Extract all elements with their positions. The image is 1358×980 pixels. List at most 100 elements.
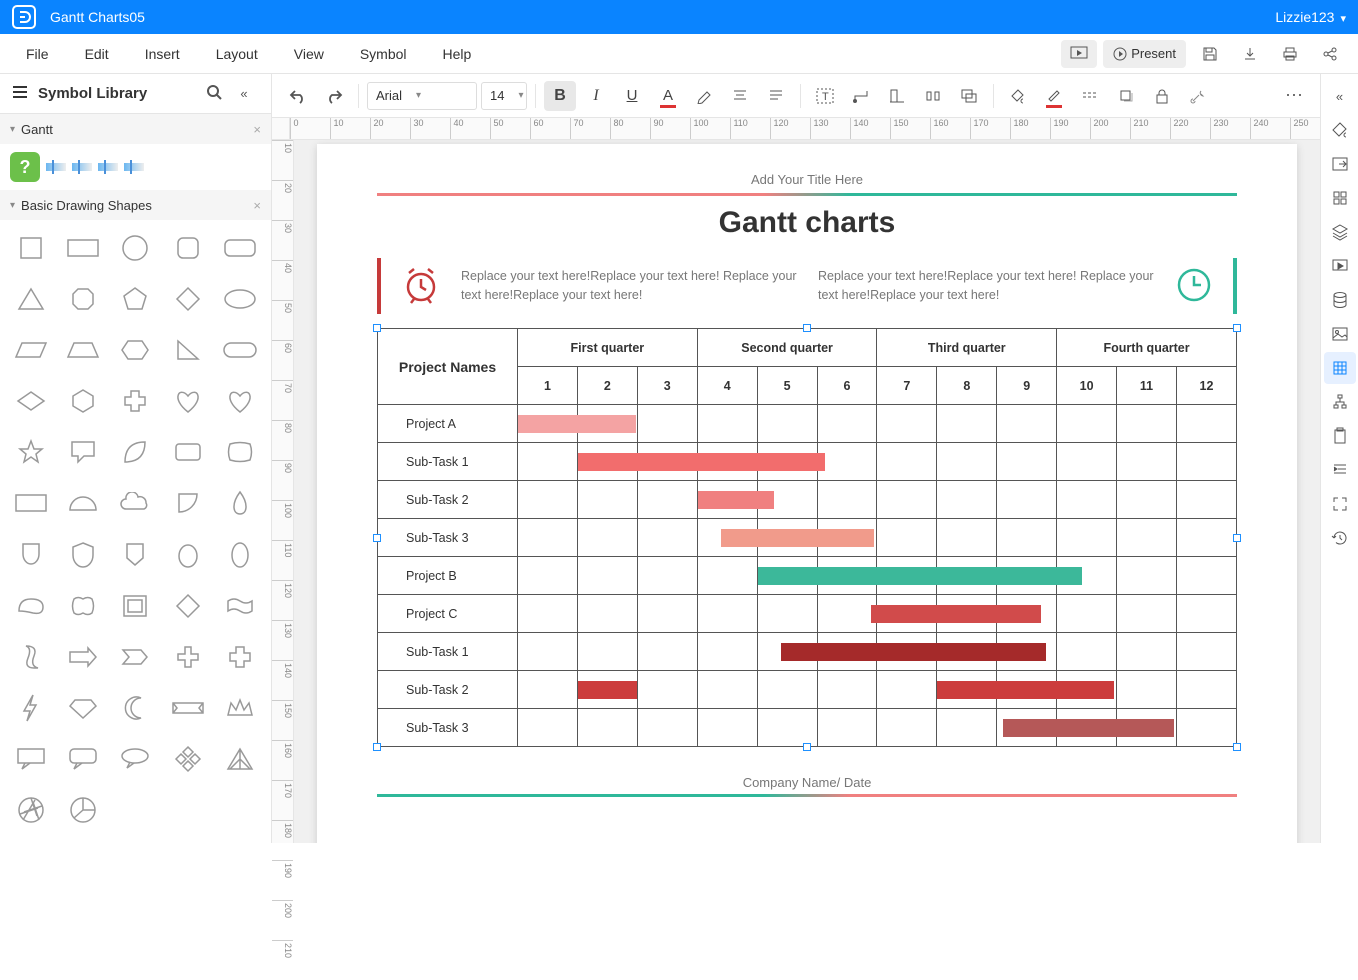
shape-frame[interactable] [114,588,156,624]
shape-quarter[interactable] [167,485,209,521]
menu-edit[interactable]: Edit [67,34,127,73]
shape-arrow[interactable] [62,639,104,675]
shape-halfcircle[interactable] [62,485,104,521]
shape-plus2[interactable] [219,639,261,675]
slideshow-icon[interactable] [1061,40,1097,68]
download-icon[interactable] [1232,40,1268,68]
shape-callout-round[interactable] [62,741,104,777]
shape-ellipse[interactable] [219,281,261,317]
shape-rect[interactable] [62,230,104,266]
history-icon[interactable] [1324,522,1356,554]
shape-drop[interactable] [219,485,261,521]
search-icon[interactable] [199,84,229,103]
shape-moon[interactable] [114,690,156,726]
lock-button[interactable] [1146,81,1178,111]
tools-button[interactable] [1182,81,1214,111]
shape-speech[interactable] [62,434,104,470]
shape-roundsquare[interactable] [167,230,209,266]
clipboard-icon[interactable] [1324,420,1356,452]
expand-panel-icon[interactable]: « [1324,80,1356,112]
shape-pentagon[interactable] [114,281,156,317]
shape-octagon[interactable] [62,281,104,317]
shape-diamond3[interactable] [167,588,209,624]
document-page[interactable]: Add Your Title Here Gantt charts Replace… [317,144,1297,843]
gantt-selection[interactable]: Project NamesFirst quarterSecond quarter… [377,328,1237,747]
shape-cloud[interactable] [114,485,156,521]
indent-icon[interactable] [1324,454,1356,486]
collapse-panel-icon[interactable]: « [229,86,259,101]
document-title[interactable]: Gantt Charts05 [50,9,1275,25]
shape-diamond2[interactable] [10,383,52,419]
shape-pie[interactable] [62,792,104,828]
shape-callout-oval[interactable] [114,741,156,777]
present-button[interactable]: Present [1103,40,1186,68]
layers-icon[interactable] [1324,216,1356,248]
shape-triangle[interactable] [10,281,52,317]
shape-cross[interactable] [114,383,156,419]
font-select[interactable]: Arial▾ [367,82,477,110]
gantt-symbol-3[interactable] [98,163,118,171]
italic-button[interactable]: I [580,81,612,111]
tree-icon[interactable] [1324,386,1356,418]
shape-shield[interactable] [10,536,52,572]
shape-egg2[interactable] [219,536,261,572]
gantt-symbol-1[interactable] [46,163,66,171]
footer-text[interactable]: Company Name/ Date [377,775,1237,790]
shape-plaque[interactable] [62,588,104,624]
underline-button[interactable]: U [616,81,648,111]
shape-rect2[interactable] [10,485,52,521]
highlight-button[interactable] [688,81,720,111]
shape-crown[interactable] [219,690,261,726]
shape-square[interactable] [10,230,52,266]
shape-diamond[interactable] [167,281,209,317]
shape-leaf[interactable] [114,434,156,470]
more-button[interactable] [1278,81,1310,111]
export-icon[interactable] [1324,148,1356,180]
shape-parallelogram[interactable] [10,332,52,368]
library-menu-icon[interactable] [12,85,28,102]
shape-chevron[interactable] [114,639,156,675]
shape-heart[interactable] [167,383,209,419]
shape-wave[interactable] [219,588,261,624]
shadow-button[interactable] [1110,81,1142,111]
align-h-button[interactable] [724,81,756,111]
shape-card[interactable] [167,434,209,470]
gantt-symbol-2[interactable] [72,163,92,171]
undo-button[interactable] [282,81,314,111]
group-button[interactable] [953,81,985,111]
shape-egg[interactable] [167,536,209,572]
font-size-select[interactable]: 14▾ [481,82,527,110]
shape-bean[interactable] [10,588,52,624]
shape-triangle-split[interactable] [219,741,261,777]
main-title[interactable]: Gantt charts [377,206,1237,240]
bold-button[interactable]: B [544,81,576,111]
save-icon[interactable] [1192,40,1228,68]
shape-gem[interactable] [62,690,104,726]
gantt-chart[interactable]: Project NamesFirst quarterSecond quarter… [377,328,1237,747]
menu-file[interactable]: File [8,34,67,73]
intro-text-right[interactable]: Replace your text here!Replace your text… [818,267,1155,305]
fullscreen-icon[interactable] [1324,488,1356,520]
distribute-button[interactable] [917,81,949,111]
line-color-button[interactable] [1038,81,1070,111]
shape-hexagon2[interactable] [114,332,156,368]
shape-trapezoid[interactable] [62,332,104,368]
fill-button[interactable] [1002,81,1034,111]
shape-roundrect[interactable] [219,230,261,266]
align-objects-button[interactable] [881,81,913,111]
gantt-symbol-4[interactable] [124,163,144,171]
table-icon[interactable] [1324,352,1356,384]
grid-icon[interactable] [1324,182,1356,214]
shape-aperture[interactable] [10,792,52,828]
align-v-button[interactable] [760,81,792,111]
presentation-icon[interactable] [1324,250,1356,282]
close-section-icon[interactable]: × [253,198,261,213]
shape-righttri[interactable] [167,332,209,368]
redo-button[interactable] [318,81,350,111]
menu-symbol[interactable]: Symbol [342,34,425,73]
section-shapes[interactable]: Basic Drawing Shapes× [0,190,271,220]
menu-help[interactable]: Help [425,34,490,73]
subtitle[interactable]: Add Your Title Here [377,172,1237,187]
shape-banner[interactable] [167,690,209,726]
intro-text-left[interactable]: Replace your text here!Replace your text… [461,267,798,305]
